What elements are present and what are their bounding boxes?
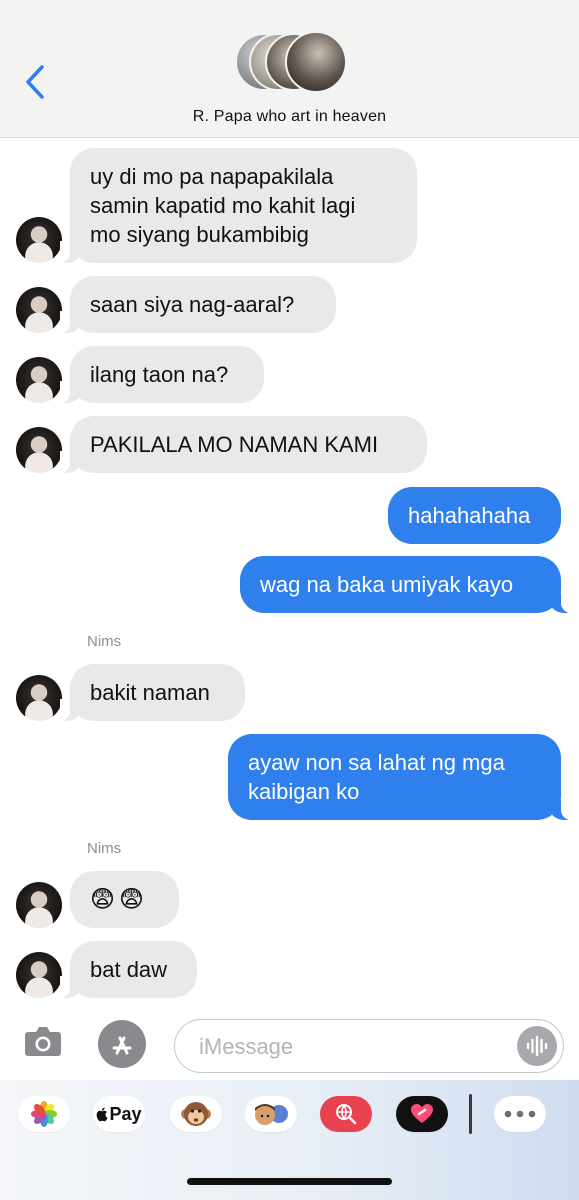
web-search-icon[interactable] xyxy=(320,1096,372,1132)
message-bubble-incoming[interactable]: uy di mo pa napapakilala samin kapatid m… xyxy=(60,148,417,263)
audio-waveform-icon[interactable] xyxy=(517,1026,557,1066)
app-store-icon[interactable] xyxy=(98,1020,146,1068)
message-bubble-incoming[interactable]: saan siya nag-aaral? xyxy=(60,276,336,333)
group-avatar-stack[interactable] xyxy=(235,31,347,93)
message-bubble-outgoing[interactable]: ayaw non sa lahat ng mga kaibigan ko xyxy=(228,734,571,820)
message-bubble-outgoing[interactable]: hahahahaha xyxy=(388,487,561,544)
message-bubble-incoming[interactable]: 😨😨 xyxy=(70,871,179,928)
message-input[interactable]: iMessage xyxy=(174,1019,564,1073)
sender-name: Nims xyxy=(87,840,122,857)
camera-icon[interactable] xyxy=(22,1020,64,1062)
app-store-glyph-icon xyxy=(112,1036,132,1055)
avatar xyxy=(285,31,347,93)
memoji-monkey-icon[interactable] xyxy=(170,1096,222,1132)
globe-search-icon xyxy=(336,1104,357,1125)
avatar[interactable] xyxy=(16,675,62,721)
digital-touch-icon[interactable] xyxy=(396,1096,448,1132)
message-input-placeholder: iMessage xyxy=(199,1034,294,1059)
avatar[interactable] xyxy=(16,427,62,473)
more-apps-icon[interactable] xyxy=(494,1096,546,1132)
message-bubble-outgoing[interactable]: wag na baka umiyak kayo xyxy=(240,556,571,613)
drawer-divider xyxy=(469,1094,472,1134)
apple-pay-icon[interactable]: Pay xyxy=(93,1096,145,1132)
photos-flower-icon xyxy=(31,1101,57,1127)
apple-pay-label: Pay xyxy=(109,1103,142,1124)
apple-logo-icon xyxy=(97,1107,108,1122)
heart-icon xyxy=(411,1104,433,1123)
avatar[interactable] xyxy=(16,357,62,403)
message-bubble-incoming[interactable]: bat daw xyxy=(60,941,197,998)
message-bubble-incoming[interactable]: ilang taon na? xyxy=(60,346,264,403)
message-bubble-incoming[interactable]: bakit naman xyxy=(60,664,245,721)
ellipsis-icon xyxy=(504,1110,536,1118)
home-indicator[interactable] xyxy=(187,1178,392,1185)
avatar[interactable] xyxy=(16,952,62,998)
conversation-title[interactable]: R. Papa who art in heaven xyxy=(0,108,579,126)
monkey-face-icon xyxy=(181,1102,211,1126)
chevron-left-icon[interactable] xyxy=(22,64,48,100)
waveform-glyph-icon xyxy=(526,1035,548,1057)
avatar[interactable] xyxy=(16,217,62,263)
conversation-header: R. Papa who art in heaven xyxy=(0,0,579,138)
avatar[interactable] xyxy=(16,287,62,333)
memoji-faces-icon xyxy=(255,1104,288,1125)
message-bubble-incoming[interactable]: PAKILALA MO NAMAN KAMI xyxy=(60,416,427,473)
avatar[interactable] xyxy=(16,882,62,928)
memoji-stickers-icon[interactable] xyxy=(245,1096,297,1132)
sender-name: Nims xyxy=(87,633,122,650)
photos-app-icon[interactable] xyxy=(18,1096,70,1132)
